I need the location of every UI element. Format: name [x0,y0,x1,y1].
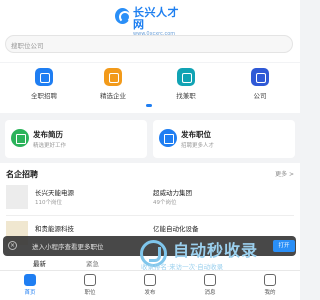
shortcut-label: 全职招聘 [31,92,57,100]
tabbar-label: 首页 [24,290,36,296]
shortcut-label: 精选企业 [100,92,126,100]
shortcut-label: 公司 [253,92,267,100]
clock-icon [177,68,195,86]
building-icon [104,68,122,86]
shortcut-companies[interactable]: 精选企业 [91,68,135,100]
header: 长兴人才网 www.0xcxrc.com 搜职位公司 [0,0,300,62]
home-icon [24,274,36,286]
company-job-count: 49个岗位 [153,200,177,206]
tabbar-label: 消息 [204,290,216,296]
logo-title: 长兴人才网 [133,6,180,31]
search-input[interactable]: 搜职位公司 [5,35,293,53]
page-indicator [146,104,152,107]
person-icon [251,68,269,86]
close-icon[interactable]: × [8,241,17,250]
user-icon [264,274,276,286]
company-name: 和贵能源科技 [35,225,74,233]
briefcase-icon [35,68,53,86]
company-card[interactable]: 超威动力集团 49个岗位 [153,185,288,209]
tabbar-label: 职位 [84,290,96,296]
search-placeholder: 搜职位公司 [11,42,44,50]
message-icon [204,274,216,286]
section-title: 名企招聘 [6,170,38,179]
tabbar-item-messages[interactable]: 消息 [190,274,230,296]
company-name: 亿能自动化设备 [153,225,199,233]
divider [6,215,294,216]
shortcut-fulltime[interactable]: 全职招聘 [22,68,66,100]
plus-icon [144,274,156,286]
logo-icon [115,8,132,24]
watermark-title: 自动秒收录 [173,241,259,260]
post-resume-sub: 精选更好工作 [33,143,67,149]
toast-text: 进入小程序查看更多职位 [32,243,104,251]
resume-icon [11,129,29,147]
tabbar-item-me[interactable]: 我的 [250,274,290,296]
bottom-tab-bar: 首页 职位 发布 消息 我的 [0,270,300,300]
tabbar-item-post[interactable]: 发布 [130,274,170,296]
job-icon [159,129,177,147]
tabbar-item-jobs[interactable]: 职位 [70,274,110,296]
briefcase-icon [84,274,96,286]
tabbar-label: 发布 [144,290,156,296]
post-job-sub: 招聘更多人才 [181,143,215,149]
company-name: 长兴天能电源 [35,189,74,197]
more-link[interactable]: 更多 > [275,169,294,178]
site-logo[interactable]: 长兴人才网 www.0xcxrc.com [115,7,187,37]
company-job-count: 110个岗位 [35,200,62,206]
post-resume-title: 发布简历 [33,130,63,139]
post-resume-card[interactable]: 发布简历 精选更好工作 [5,120,147,158]
company-name: 超威动力集团 [153,189,192,197]
company-logo [6,185,28,209]
tab-urgent[interactable]: 紧急 [86,258,99,268]
tabbar-item-home[interactable]: 首页 [10,274,50,296]
tabbar-label: 我的 [264,290,276,296]
post-job-card[interactable]: 发布职位 招聘更多人才 [153,120,295,158]
post-job-title: 发布职位 [181,130,211,139]
shortcut-parttime[interactable]: 找兼职 [164,68,208,100]
shortcut-company[interactable]: 公司 [238,68,282,100]
shortcut-label: 找兼职 [176,92,196,100]
tab-latest[interactable]: 最新 [33,258,46,268]
company-card[interactable]: 长兴天能电源 110个岗位 [6,185,141,209]
